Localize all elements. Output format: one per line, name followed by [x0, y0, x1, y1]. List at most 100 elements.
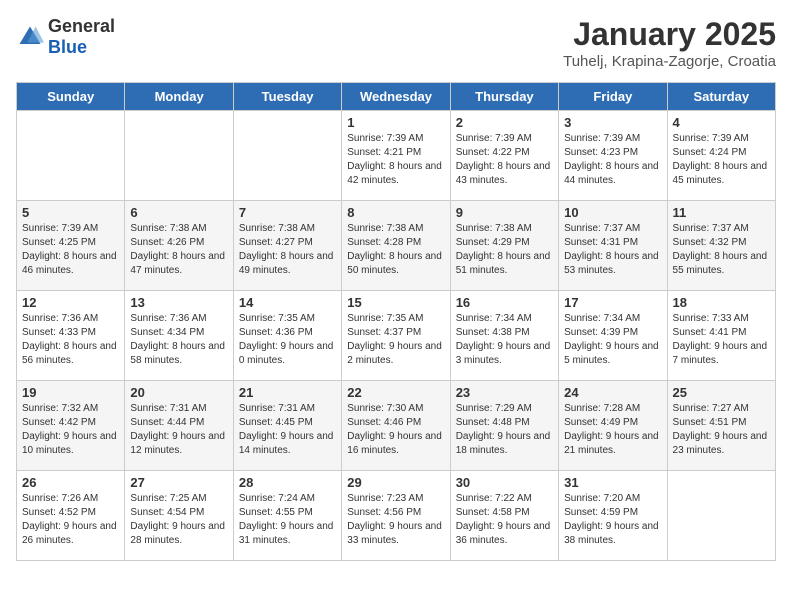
day-number: 30: [456, 475, 553, 490]
day-info: Sunrise: 7:33 AM Sunset: 4:41 PM Dayligh…: [673, 312, 770, 368]
calendar-cell: 26 Sunrise: 7:26 AM Sunset: 4:52 PM Dayli…: [17, 471, 125, 561]
calendar-cell: 15 Sunrise: 7:35 AM Sunset: 4:37 PM Dayli…: [342, 291, 450, 381]
day-info: Sunrise: 7:36 AM Sunset: 4:33 PM Dayligh…: [22, 312, 119, 368]
calendar-cell: 29Sunrise: 7:23 AM Sunset: 4:56 PM Dayli…: [342, 471, 450, 561]
day-info: Sunrise: 7:27 AM Sunset: 4:51 PM Dayligh…: [673, 402, 770, 458]
day-number: 17: [564, 295, 661, 310]
day-info: Sunrise: 7:31 AM Sunset: 4:45 PM Dayligh…: [239, 402, 336, 458]
calendar-cell: 10 Sunrise: 7:37 AM Sunset: 4:31 PM Dayli…: [559, 201, 667, 291]
weekday-row: SundayMondayTuesdayWednesdayThursdayFrid…: [17, 83, 776, 111]
title-block: January 2025 Tuhelj, Krapina-Zagorje, Cr…: [563, 16, 776, 70]
day-info: Sunrise: 7:29 AM Sunset: 4:48 PM Dayligh…: [456, 402, 553, 458]
calendar-cell: 17 Sunrise: 7:34 AM Sunset: 4:39 PM Dayli…: [559, 291, 667, 381]
day-number: 7: [239, 205, 336, 220]
day-number: 12: [22, 295, 119, 310]
calendar-header: SundayMondayTuesdayWednesdayThursdayFrid…: [17, 83, 776, 111]
day-info: Sunrise: 7:35 AM Sunset: 4:37 PM Dayligh…: [347, 312, 444, 368]
weekday-header: Tuesday: [233, 83, 341, 111]
day-info: Sunrise: 7:36 AM Sunset: 4:34 PM Dayligh…: [130, 312, 227, 368]
day-number: 23: [456, 385, 553, 400]
calendar-title: January 2025: [563, 16, 776, 53]
day-info: Sunrise: 7:20 AM Sunset: 4:59 PM Dayligh…: [564, 492, 661, 548]
day-info: Sunrise: 7:25 AM Sunset: 4:54 PM Dayligh…: [130, 492, 227, 548]
calendar-cell: 5 Sunrise: 7:39 AM Sunset: 4:25 PM Daylig…: [17, 201, 125, 291]
calendar-subtitle: Tuhelj, Krapina-Zagorje, Croatia: [563, 53, 776, 70]
day-info: Sunrise: 7:32 AM Sunset: 4:42 PM Dayligh…: [22, 402, 119, 458]
day-info: Sunrise: 7:39 AM Sunset: 4:21 PM Dayligh…: [347, 132, 444, 188]
weekday-header: Sunday: [17, 83, 125, 111]
calendar-cell: 4 Sunrise: 7:39 AM Sunset: 4:24 PM Daylig…: [667, 111, 775, 201]
calendar-cell: 2Sunrise: 7:39 AM Sunset: 4:22 PM Daylig…: [450, 111, 558, 201]
day-number: 22: [347, 385, 444, 400]
day-number: 19: [22, 385, 119, 400]
day-number: 31: [564, 475, 661, 490]
calendar-cell: 20 Sunrise: 7:31 AM Sunset: 4:44 PM Dayli…: [125, 381, 233, 471]
day-info: Sunrise: 7:30 AM Sunset: 4:46 PM Dayligh…: [347, 402, 444, 458]
calendar-week-row: 1Sunrise: 7:39 AM Sunset: 4:21 PM Daylig…: [17, 111, 776, 201]
calendar-cell: 24Sunrise: 7:28 AM Sunset: 4:49 PM Dayli…: [559, 381, 667, 471]
day-info: Sunrise: 7:37 AM Sunset: 4:31 PM Dayligh…: [564, 222, 661, 278]
calendar-cell: 14Sunrise: 7:35 AM Sunset: 4:36 PM Dayli…: [233, 291, 341, 381]
calendar-week-row: 19 Sunrise: 7:32 AM Sunset: 4:42 PM Dayli…: [17, 381, 776, 471]
day-info: Sunrise: 7:38 AM Sunset: 4:29 PM Dayligh…: [456, 222, 553, 278]
calendar-cell: 18Sunrise: 7:33 AM Sunset: 4:41 PM Dayli…: [667, 291, 775, 381]
calendar-cell: 30Sunrise: 7:22 AM Sunset: 4:58 PM Dayli…: [450, 471, 558, 561]
day-info: Sunrise: 7:38 AM Sunset: 4:27 PM Dayligh…: [239, 222, 336, 278]
day-number: 16: [456, 295, 553, 310]
day-number: 25: [673, 385, 770, 400]
day-number: 9: [456, 205, 553, 220]
day-info: Sunrise: 7:35 AM Sunset: 4:36 PM Dayligh…: [239, 312, 336, 368]
logo-general: General: [48, 16, 115, 36]
day-number: 4: [673, 115, 770, 130]
calendar-cell: 19 Sunrise: 7:32 AM Sunset: 4:42 PM Dayli…: [17, 381, 125, 471]
calendar-cell: 23 Sunrise: 7:29 AM Sunset: 4:48 PM Dayli…: [450, 381, 558, 471]
day-number: 8: [347, 205, 444, 220]
calendar-cell: 31 Sunrise: 7:20 AM Sunset: 4:59 PM Dayli…: [559, 471, 667, 561]
day-number: 26: [22, 475, 119, 490]
weekday-header: Saturday: [667, 83, 775, 111]
day-number: 10: [564, 205, 661, 220]
calendar-cell: 28Sunrise: 7:24 AM Sunset: 4:55 PM Dayli…: [233, 471, 341, 561]
day-info: Sunrise: 7:39 AM Sunset: 4:25 PM Dayligh…: [22, 222, 119, 278]
day-info: Sunrise: 7:28 AM Sunset: 4:49 PM Dayligh…: [564, 402, 661, 458]
day-info: Sunrise: 7:38 AM Sunset: 4:26 PM Dayligh…: [130, 222, 227, 278]
day-number: 11: [673, 205, 770, 220]
day-number: 28: [239, 475, 336, 490]
calendar-cell: 21 Sunrise: 7:31 AM Sunset: 4:45 PM Dayli…: [233, 381, 341, 471]
day-number: 5: [22, 205, 119, 220]
day-number: 27: [130, 475, 227, 490]
weekday-header: Friday: [559, 83, 667, 111]
day-number: 3: [564, 115, 661, 130]
day-number: 20: [130, 385, 227, 400]
calendar-cell: 3Sunrise: 7:39 AM Sunset: 4:23 PM Daylig…: [559, 111, 667, 201]
day-info: Sunrise: 7:31 AM Sunset: 4:44 PM Dayligh…: [130, 402, 227, 458]
day-number: 13: [130, 295, 227, 310]
day-info: Sunrise: 7:34 AM Sunset: 4:39 PM Dayligh…: [564, 312, 661, 368]
calendar-week-row: 12 Sunrise: 7:36 AM Sunset: 4:33 PM Dayli…: [17, 291, 776, 381]
day-number: 6: [130, 205, 227, 220]
weekday-header: Thursday: [450, 83, 558, 111]
calendar-cell: 11 Sunrise: 7:37 AM Sunset: 4:32 PM Dayli…: [667, 201, 775, 291]
day-info: Sunrise: 7:38 AM Sunset: 4:28 PM Dayligh…: [347, 222, 444, 278]
day-info: Sunrise: 7:37 AM Sunset: 4:32 PM Dayligh…: [673, 222, 770, 278]
day-number: 2: [456, 115, 553, 130]
calendar-week-row: 5 Sunrise: 7:39 AM Sunset: 4:25 PM Daylig…: [17, 201, 776, 291]
day-number: 29: [347, 475, 444, 490]
day-info: Sunrise: 7:39 AM Sunset: 4:24 PM Dayligh…: [673, 132, 770, 188]
day-info: Sunrise: 7:26 AM Sunset: 4:52 PM Dayligh…: [22, 492, 119, 548]
calendar-cell: 6 Sunrise: 7:38 AM Sunset: 4:26 PM Daylig…: [125, 201, 233, 291]
logo: General Blue: [16, 16, 115, 58]
weekday-header: Wednesday: [342, 83, 450, 111]
weekday-header: Monday: [125, 83, 233, 111]
day-number: 21: [239, 385, 336, 400]
calendar-cell: 12 Sunrise: 7:36 AM Sunset: 4:33 PM Dayli…: [17, 291, 125, 381]
day-number: 15: [347, 295, 444, 310]
calendar-cell: [17, 111, 125, 201]
calendar-cell: 27 Sunrise: 7:25 AM Sunset: 4:54 PM Dayli…: [125, 471, 233, 561]
calendar-cell: [667, 471, 775, 561]
calendar-cell: 25 Sunrise: 7:27 AM Sunset: 4:51 PM Dayli…: [667, 381, 775, 471]
day-info: Sunrise: 7:34 AM Sunset: 4:38 PM Dayligh…: [456, 312, 553, 368]
calendar-cell: [125, 111, 233, 201]
page-header: General Blue January 2025 Tuhelj, Krapin…: [16, 16, 776, 70]
calendar-body: 1Sunrise: 7:39 AM Sunset: 4:21 PM Daylig…: [17, 111, 776, 561]
